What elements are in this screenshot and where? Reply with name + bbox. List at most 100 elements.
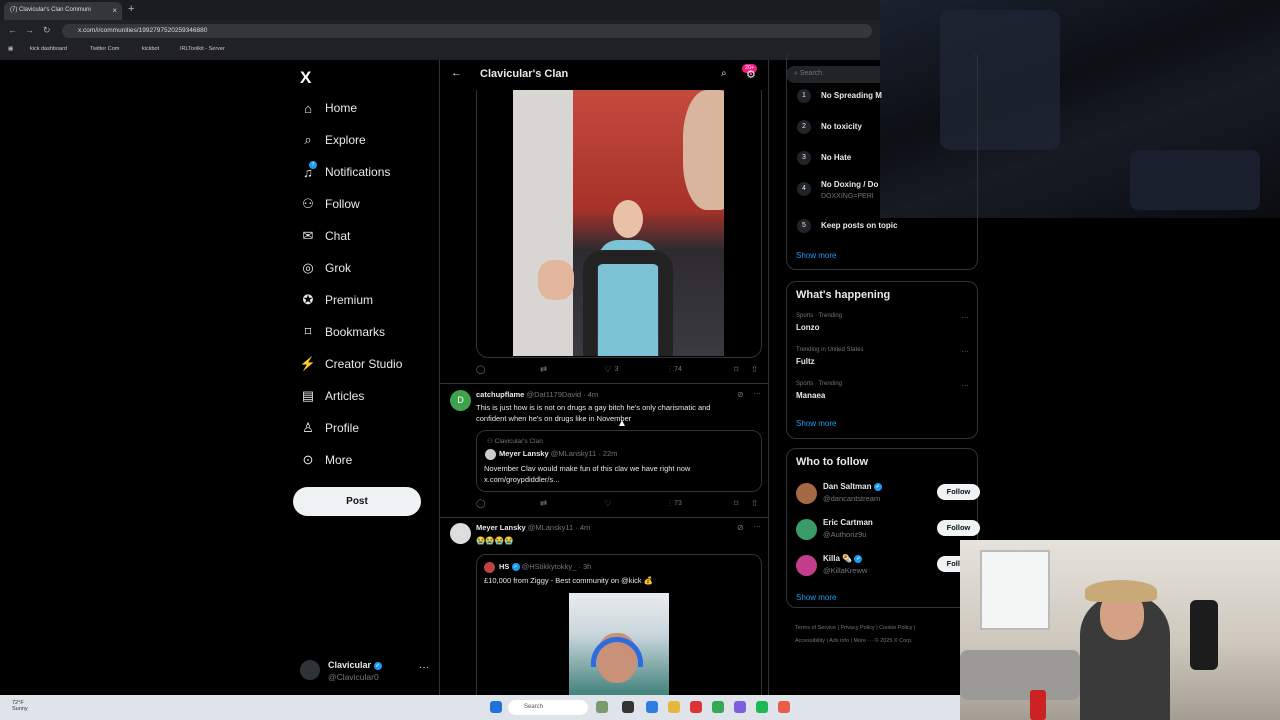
apps-icon[interactable]: ▦ [8, 46, 13, 52]
mouse-cursor: ▲ [617, 418, 627, 429]
quoted-video[interactable] [569, 593, 669, 695]
app-icon[interactable] [690, 701, 702, 713]
widgets-icon[interactable] [596, 701, 608, 713]
avatar[interactable] [450, 523, 471, 544]
tweet-author-handle[interactable]: @MLansky11 [528, 523, 573, 532]
avatar [485, 449, 496, 460]
close-icon[interactable]: × [112, 6, 117, 15]
more-options-icon[interactable]: ··· [419, 662, 429, 673]
reply-button[interactable]: ◯ [476, 498, 486, 509]
reply-button[interactable]: ◯ [476, 364, 486, 375]
follow-suggestion[interactable]: Dan Saltman ✓ @dancantstream Follow [796, 479, 980, 507]
account-switcher[interactable]: Clavicular ✓ @Clavicular0 ··· [300, 658, 435, 688]
repost-button[interactable]: ⇄ [540, 498, 547, 509]
bookmark-button[interactable]: ⌑ [734, 364, 738, 375]
share-button[interactable]: ⇧ [751, 364, 758, 375]
chrome-icon[interactable] [712, 701, 724, 713]
nav-notifications[interactable]: ♫ 7 Notifications [300, 161, 390, 183]
nav-premium[interactable]: ✪ Premium [300, 289, 373, 311]
repost-button[interactable]: ⇄ [540, 364, 547, 375]
post-button[interactable]: Post [293, 487, 421, 516]
bookmark-kickbot[interactable]: kickbot [142, 46, 159, 52]
trend-item[interactable]: Trending in United States Fultz ··· [796, 347, 972, 373]
nav-home-label: Home [325, 101, 358, 115]
taskbar-search[interactable]: Search [508, 700, 588, 715]
nav-profile[interactable]: ♙ Profile [300, 417, 359, 439]
address-bar[interactable]: x.com/i/communities/1992797520259346880 [62, 24, 872, 38]
more-options-icon[interactable]: ··· [753, 389, 761, 398]
bookmark-twitter-com[interactable]: Twitter Com [90, 46, 119, 52]
tweet-time[interactable]: · 4m [583, 390, 598, 399]
show-more-link[interactable]: Show more [796, 419, 836, 428]
mail-icon: ✉ [302, 228, 314, 243]
file-explorer-icon[interactable] [668, 701, 680, 713]
nav-home[interactable]: ⌂ Home [300, 97, 357, 119]
follow-button[interactable]: Follow [937, 520, 980, 536]
x-logo[interactable]: X [300, 68, 311, 88]
follow-suggestion[interactable]: Killa 🌯 ✓ @KillaKreww Follow [796, 551, 980, 579]
nav-profile-label: Profile [325, 421, 360, 435]
footer-line[interactable]: Terms of Service | Privacy Policy | Cook… [795, 622, 975, 635]
nav-grok[interactable]: ◎ Grok [300, 257, 351, 279]
new-tab-button[interactable]: + [128, 3, 134, 15]
reload-icon[interactable]: ↻ [43, 25, 51, 36]
bookmark-irltoolkit[interactable]: IRLToolkit - Server [180, 46, 225, 52]
spotify-icon[interactable] [756, 701, 768, 713]
follow-suggestion[interactable]: Eric Cartman @Authoriz9u Follow [796, 515, 980, 543]
avatar [796, 555, 817, 576]
premium-icon: ✪ [302, 292, 314, 307]
share-icon: ⇧ [751, 498, 759, 508]
bookmark-kick-dashboard[interactable]: kick dashboard [30, 46, 67, 52]
tweet-author-name[interactable]: catchupflame [476, 390, 524, 399]
quoted-tweet[interactable]: HS ✓ @HStikkytokky_ · 3h £10,000 from Zi… [476, 554, 762, 695]
forward-icon[interactable]: → [25, 25, 34, 35]
views-button[interactable]: ⫶ 73 [669, 498, 682, 509]
back-arrow-icon[interactable]: ← [451, 67, 462, 79]
tweet-author-handle[interactable]: @Dat1179David [526, 390, 581, 399]
task-view-icon[interactable] [622, 701, 634, 713]
trend-item[interactable]: Sports · Trending Manaea ··· [796, 381, 972, 407]
nav-articles[interactable]: ▤ Articles [300, 385, 365, 407]
nav-more[interactable]: ⊙ More [300, 449, 353, 471]
tweet-author-name[interactable]: Meyer Lansky [476, 523, 526, 532]
more-options-icon[interactable]: ··· [961, 313, 969, 322]
discord-icon[interactable] [734, 701, 746, 713]
heart-icon: ♡ [604, 364, 612, 374]
nav-chat[interactable]: ✉ Chat [300, 225, 351, 247]
windows-start-icon[interactable] [490, 701, 502, 713]
community-rules-card: 1 No Spreading M 2 No toxicity 3 No Hate… [786, 50, 978, 270]
show-more-link[interactable]: Show more [796, 593, 836, 602]
app-icon[interactable] [778, 701, 790, 713]
nav-explore[interactable]: ⌕ Explore [300, 129, 365, 151]
trend-item[interactable]: Sports · Trending Lonzo ··· [796, 313, 972, 339]
os-taskbar: 72°F Sunny Search [0, 695, 960, 720]
more-options-icon[interactable]: ··· [753, 522, 761, 531]
footer-line[interactable]: Accessibility | Ads info | More ··· © 20… [795, 635, 975, 648]
search-icon[interactable]: ⌕ [721, 68, 727, 79]
grok-icon[interactable]: ⊘ [737, 523, 744, 532]
nav-creator-studio[interactable]: ⚡ Creator Studio [300, 353, 402, 375]
quoted-link[interactable]: x.com/groypdiddler/s... [484, 474, 690, 485]
bookmark-button[interactable]: ⌑ [734, 498, 738, 509]
show-more-link[interactable]: Show more [796, 251, 836, 260]
weather-widget[interactable]: 72°F Sunny [12, 700, 28, 712]
settings-icon[interactable]: ⚙ [746, 68, 756, 81]
views-button[interactable]: ⫶ 74 [669, 364, 682, 375]
tweet-time[interactable]: · 4m [575, 523, 590, 532]
browser-tab[interactable]: (7) Clavicular's Clan Communi × [4, 2, 122, 20]
follow-button[interactable]: Follow [937, 484, 980, 500]
back-icon[interactable]: ← [8, 25, 17, 35]
like-button[interactable]: ♡ [604, 498, 612, 509]
avatar[interactable]: D [450, 390, 471, 411]
more-options-icon[interactable]: ··· [961, 347, 969, 356]
nav-follow[interactable]: ⚇ Follow [300, 193, 360, 215]
trend-meta: Trending in United States [796, 347, 864, 353]
more-options-icon[interactable]: ··· [961, 381, 969, 390]
quoted-tweet[interactable]: ⚇ Clavicular's Clan Meyer Lansky @MLansk… [476, 430, 762, 492]
edge-icon[interactable] [646, 701, 658, 713]
like-button[interactable]: ♡ 3 [604, 364, 619, 375]
nav-bookmarks[interactable]: ⌑ Bookmarks [300, 321, 385, 343]
share-button[interactable]: ⇧ [751, 498, 758, 509]
grok-icon[interactable]: ⊘ [737, 390, 744, 399]
community-feed: ← Clavicular's Clan ⌕ 20+ ⚙ ◯ ⇄ ♡ 3 ⫶ 74 ⌑… [439, 60, 769, 695]
